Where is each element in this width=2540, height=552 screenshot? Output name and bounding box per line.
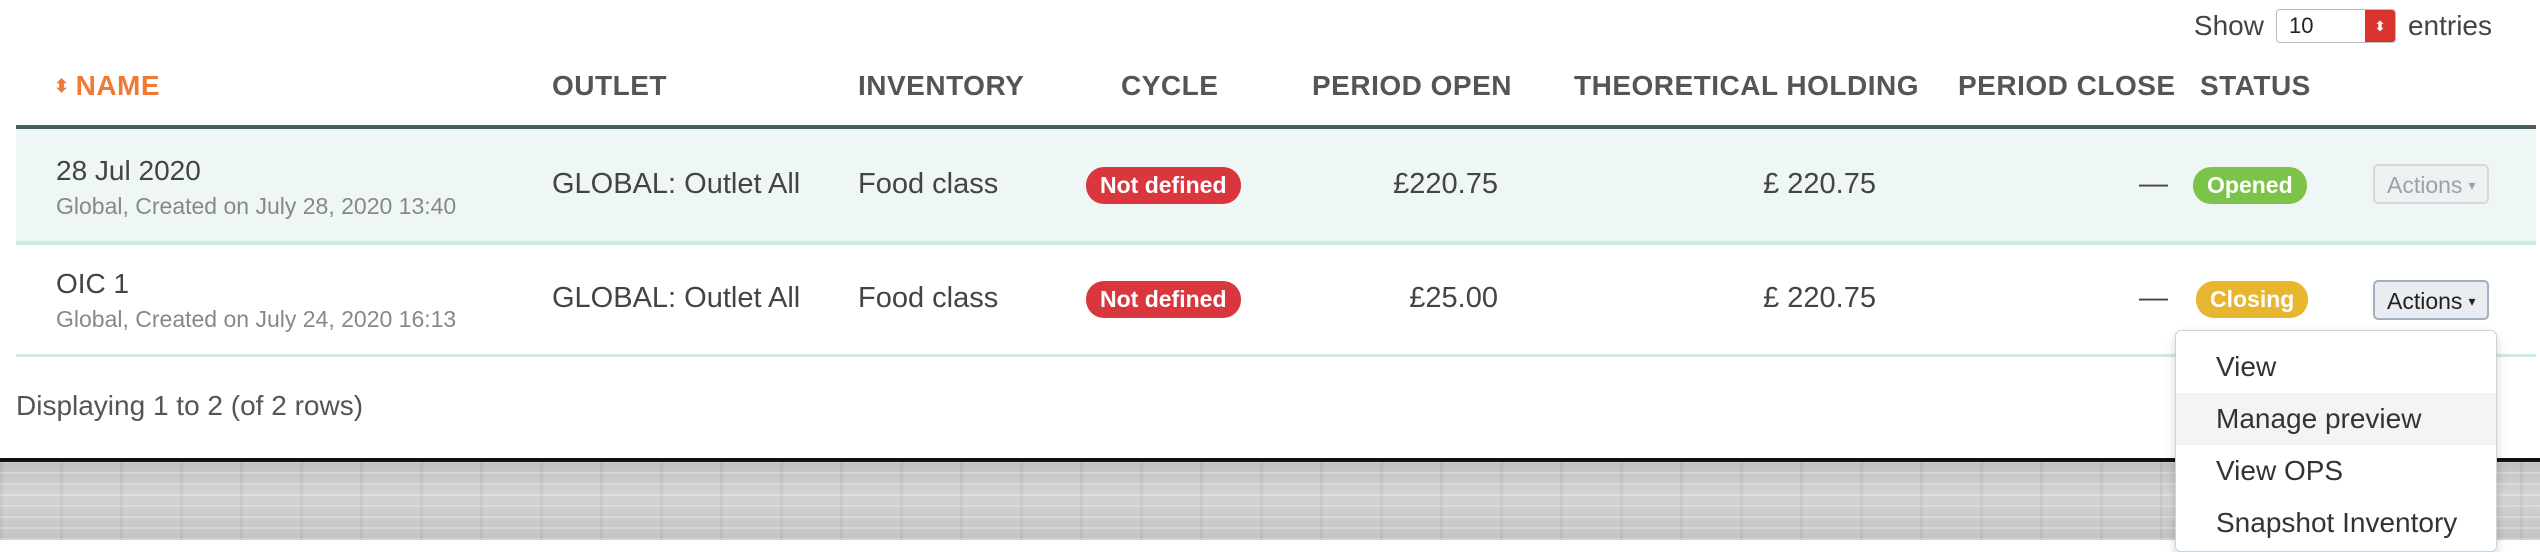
column-header-period-open[interactable]: PERIOD OPEN (1312, 70, 1512, 102)
table-row: 28 Jul 2020 Global, Created on July 28, … (16, 129, 2536, 245)
sort-icon[interactable]: ⬍ (54, 76, 70, 96)
row-subtitle: Global, Created on July 28, 2020 13:40 (56, 193, 457, 219)
row-status-cell: Closing (2196, 281, 2309, 318)
actions-label: Actions (2387, 172, 2463, 198)
menu-item-manage-preview[interactable]: Manage preview (2176, 393, 2496, 445)
status-badge: Closing (2196, 281, 2309, 318)
column-header-cycle[interactable]: CYCLE (1121, 70, 1218, 102)
row-inventory: Food class (858, 168, 999, 200)
chevron-down-icon: ▾ (2468, 177, 2476, 193)
column-header-period-close[interactable]: PERIOD CLOSE (1958, 70, 2176, 102)
row-status-cell: Opened (2193, 167, 2307, 204)
actions-button[interactable]: Actions ▾ (2373, 164, 2490, 204)
row-name-cell: 28 Jul 2020 Global, Created on July 28, … (56, 155, 456, 220)
page-background (0, 458, 2540, 540)
column-header-inventory[interactable]: INVENTORY (858, 70, 1024, 102)
row-theoretical-holding: £ 220.75 (1763, 168, 1876, 200)
pagination-info: Displaying 1 to 2 (of 2 rows) (16, 390, 364, 421)
row-subtitle: Global, Created on July 24, 2020 16:13 (56, 306, 457, 332)
status-badge: Opened (2193, 167, 2307, 204)
column-header-outlet[interactable]: OUTLET (552, 70, 667, 102)
row-outlet: GLOBAL: Outlet All (552, 168, 801, 200)
entries-label: entries (2407, 10, 2492, 41)
column-header-name-label: NAME (75, 70, 161, 101)
column-header-status[interactable]: STATUS (2200, 70, 2311, 102)
page-size-select[interactable]: 10 ⬍ (2275, 9, 2396, 43)
menu-item-view-ops[interactable]: View OPS (2176, 445, 2496, 497)
row-period-close: — (2139, 282, 2168, 314)
page-size-value: 10 (2288, 13, 2314, 38)
row-outlet: GLOBAL: Outlet All (552, 282, 801, 314)
row-inventory: Food class (858, 282, 999, 314)
actions-dropdown-menu: View Manage preview View OPS Snapshot In… (2175, 330, 2497, 552)
menu-item-snapshot-inventory[interactable]: Snapshot Inventory (2176, 497, 2496, 549)
row-name[interactable]: OIC 1 (56, 268, 456, 300)
row-name[interactable]: 28 Jul 2020 (56, 155, 456, 187)
column-header-name[interactable]: ⬍ NAME (54, 70, 160, 102)
stock-periods-panel: Show 10 ⬍ entries ⬍ NAME OUTLET INVENTORY… (0, 0, 2540, 458)
column-header-theoretical-holding[interactable]: THEORETICAL HOLDING (1574, 70, 1919, 102)
spinner-icon[interactable]: ⬍ (2364, 10, 2395, 42)
row-period-open: £25.00 (1409, 282, 1498, 314)
row-name-cell: OIC 1 Global, Created on July 24, 2020 1… (56, 268, 456, 333)
row-period-close: — (2139, 168, 2168, 200)
row-period-open: £220.75 (1393, 168, 1498, 200)
chevron-down-icon: ▾ (2468, 293, 2476, 309)
menu-item-view[interactable]: View (2176, 341, 2496, 393)
actions-button[interactable]: Actions ▾ (2373, 280, 2490, 320)
show-label: Show (2193, 10, 2264, 41)
show-entries-control: Show 10 ⬍ entries (2182, 8, 2504, 44)
table-row: OIC 1 Global, Created on July 24, 2020 1… (16, 246, 2536, 357)
actions-label: Actions (2387, 288, 2463, 314)
row-theoretical-holding: £ 220.75 (1763, 282, 1876, 314)
